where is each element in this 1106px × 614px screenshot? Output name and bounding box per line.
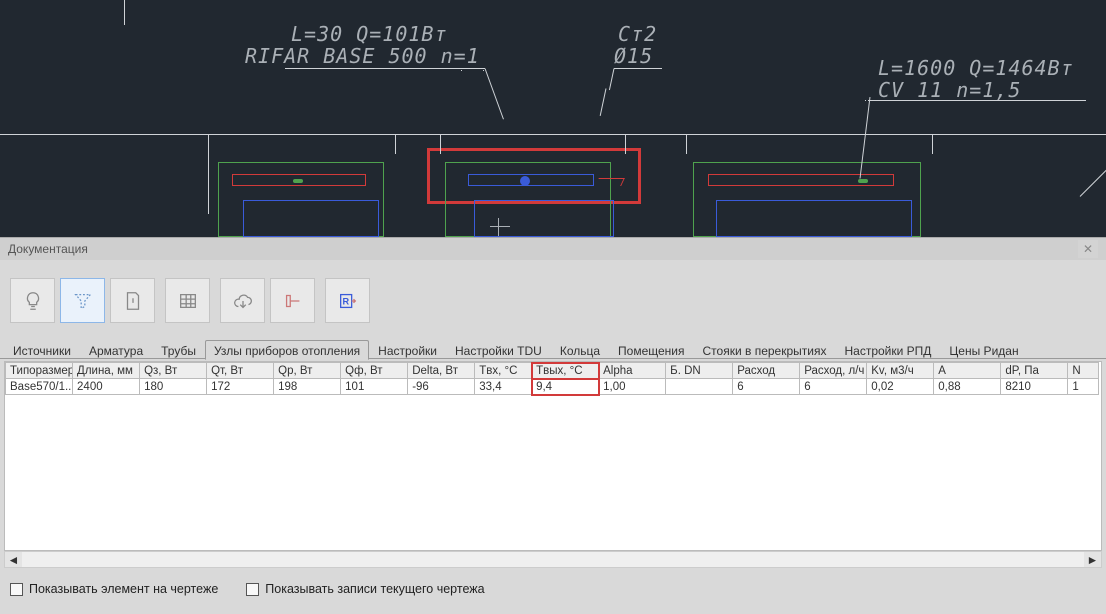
cell-qp[interactable]: 198 bbox=[274, 379, 341, 395]
data-grid[interactable]: ТипоразмерДлина, ммQз, ВтQт, ВтQр, ВтQф,… bbox=[5, 362, 1099, 395]
tab-pipes[interactable]: Трубы bbox=[152, 340, 205, 360]
cell-flow_lh[interactable]: 6 bbox=[800, 379, 867, 395]
lightbulb-icon bbox=[22, 290, 44, 312]
tool-filter[interactable] bbox=[60, 278, 105, 323]
cell-bdn[interactable] bbox=[666, 379, 733, 395]
column-header-kv[interactable]: Kv, м3/ч bbox=[867, 363, 934, 379]
tool-spec[interactable] bbox=[270, 278, 315, 323]
data-grid-scroll[interactable]: ТипоразмерДлина, ммQз, ВтQт, ВтQр, ВтQф,… bbox=[4, 361, 1102, 551]
cell-type[interactable]: Base570/1... bbox=[6, 379, 73, 395]
column-header-tout[interactable]: Tвых, °C bbox=[532, 363, 599, 379]
tool-document-warning[interactable] bbox=[110, 278, 155, 323]
annotation-radiator-right-line2: CV 11 n=1,5 bbox=[878, 78, 1021, 102]
spec-icon bbox=[282, 290, 304, 312]
tab-settings[interactable]: Настройки bbox=[369, 340, 446, 360]
cell-tin[interactable]: 33,4 bbox=[475, 379, 532, 395]
cell-alpha[interactable]: 1,00 bbox=[599, 379, 666, 395]
checkbox-box-icon bbox=[246, 583, 259, 596]
annotation-riser-line1: Ст2 bbox=[618, 22, 657, 46]
column-header-n[interactable]: N bbox=[1068, 363, 1099, 379]
column-header-qp[interactable]: Qр, Вт bbox=[274, 363, 341, 379]
revit-export-icon: R bbox=[337, 290, 359, 312]
node-dot bbox=[520, 176, 530, 186]
annotation-radiator-left-line1: L=30 Q=101Вт bbox=[291, 22, 448, 46]
scroll-right-arrow-icon[interactable]: ► bbox=[1084, 552, 1101, 567]
column-header-dp[interactable]: dP, Па bbox=[1001, 363, 1068, 379]
tab-risers[interactable]: Стояки в перекрытиях bbox=[694, 340, 836, 360]
annotation-riser-line2: Ø15 bbox=[614, 44, 653, 68]
cell-qt[interactable]: 172 bbox=[207, 379, 274, 395]
column-header-delta[interactable]: Delta, Вт bbox=[408, 363, 475, 379]
svg-text:R: R bbox=[342, 296, 349, 306]
checkbox-show-on-drawing[interactable]: Показывать элемент на чертеже bbox=[10, 582, 218, 596]
column-header-qf[interactable]: Qф, Вт bbox=[341, 363, 408, 379]
panel-tabs: ИсточникиАрматураТрубыУзлы приборов отоп… bbox=[0, 339, 1106, 359]
checkbox-show-current-records[interactable]: Показывать записи текущего чертежа bbox=[246, 582, 484, 596]
panel-title: Документация bbox=[8, 242, 88, 256]
grid-header-row: ТипоразмерДлина, ммQз, ВтQт, ВтQр, ВтQф,… bbox=[6, 363, 1099, 379]
tab-fittings[interactable]: Арматура bbox=[80, 340, 152, 360]
column-header-type[interactable]: Типоразмер bbox=[6, 363, 73, 379]
marker-dot bbox=[293, 179, 303, 183]
tool-cloud-download[interactable] bbox=[220, 278, 265, 323]
tool-revit-export[interactable]: R bbox=[325, 278, 370, 323]
tab-settings-rpd[interactable]: Настройки РПД bbox=[835, 340, 940, 360]
cell-delta[interactable]: -96 bbox=[408, 379, 475, 395]
cell-n[interactable]: 1 bbox=[1068, 379, 1099, 395]
cloud-download-icon bbox=[232, 290, 254, 312]
cell-a[interactable]: 0,88 bbox=[934, 379, 1001, 395]
checkbox-box-icon bbox=[10, 583, 23, 596]
tool-table[interactable] bbox=[165, 278, 210, 323]
panel-footer: Показывать элемент на чертеже Показывать… bbox=[0, 568, 1106, 602]
cad-canvas[interactable]: L=30 Q=101Вт RIFAR BASE 500 n=1 Ст2 Ø15 … bbox=[0, 0, 1106, 237]
leader-hook bbox=[595, 178, 625, 186]
document-warning-icon bbox=[122, 290, 144, 312]
tab-rings[interactable]: Кольца bbox=[551, 340, 609, 360]
close-icon[interactable]: ✕ bbox=[1078, 240, 1098, 258]
cell-flow[interactable]: 6 bbox=[733, 379, 800, 395]
documentation-panel: Документация ✕ bbox=[0, 237, 1106, 614]
marker-dot bbox=[858, 179, 868, 183]
column-header-length[interactable]: Длина, мм bbox=[73, 363, 140, 379]
cell-dp[interactable]: 8210 bbox=[1001, 379, 1068, 395]
checkbox-label: Показывать элемент на чертеже bbox=[29, 582, 218, 596]
checkbox-label: Показывать записи текущего чертежа bbox=[265, 582, 484, 596]
tab-prices[interactable]: Цены Ридан bbox=[940, 340, 1027, 360]
tab-rooms[interactable]: Помещения bbox=[609, 340, 693, 360]
scroll-left-arrow-icon[interactable]: ◄ bbox=[5, 552, 22, 567]
filter-icon bbox=[72, 290, 94, 312]
cell-length[interactable]: 2400 bbox=[73, 379, 140, 395]
column-header-flow[interactable]: Расход bbox=[733, 363, 800, 379]
tab-heater-units[interactable]: Узлы приборов отопления bbox=[205, 340, 369, 360]
cell-qf[interactable]: 101 bbox=[341, 379, 408, 395]
column-header-flow_lh[interactable]: Расход, л/ч bbox=[800, 363, 867, 379]
panel-header[interactable]: Документация ✕ bbox=[0, 238, 1106, 260]
annotation-radiator-right-line1: L=1600 Q=1464Вт bbox=[878, 56, 1074, 80]
annotation-radiator-left-line2: RIFAR BASE 500 n=1 bbox=[245, 44, 480, 68]
table-row[interactable]: Base570/1...2400180172198101-9633,49,41,… bbox=[6, 379, 1099, 395]
tool-lightbulb[interactable] bbox=[10, 278, 55, 323]
column-header-tin[interactable]: Tвх, °C bbox=[475, 363, 532, 379]
cell-kv[interactable]: 0,02 bbox=[867, 379, 934, 395]
table-icon bbox=[177, 290, 199, 312]
horizontal-scrollbar[interactable]: ◄ ► bbox=[4, 551, 1102, 568]
column-header-qt[interactable]: Qт, Вт bbox=[207, 363, 274, 379]
tab-sources[interactable]: Источники bbox=[4, 340, 80, 360]
column-header-bdn[interactable]: Б. DN bbox=[666, 363, 733, 379]
column-header-qz[interactable]: Qз, Вт bbox=[140, 363, 207, 379]
cell-tout[interactable]: 9,4 bbox=[532, 379, 599, 395]
panel-toolbar: R bbox=[0, 260, 1106, 333]
column-header-a[interactable]: A bbox=[934, 363, 1001, 379]
tab-settings-tdu[interactable]: Настройки TDU bbox=[446, 340, 551, 360]
column-header-alpha[interactable]: Alpha bbox=[599, 363, 666, 379]
cell-qz[interactable]: 180 bbox=[140, 379, 207, 395]
